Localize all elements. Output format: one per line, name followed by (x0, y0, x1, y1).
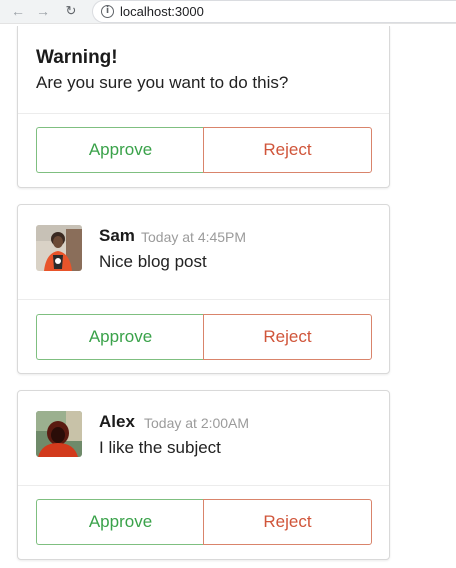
approve-button[interactable]: Approve (36, 499, 204, 545)
reject-button[interactable]: Reject (203, 499, 372, 545)
info-icon[interactable]: i (101, 5, 114, 18)
card-divider (18, 113, 389, 114)
address-bar[interactable]: i localhost:3000 (92, 0, 456, 23)
reject-button[interactable]: Reject (203, 314, 372, 360)
approve-button[interactable]: Approve (36, 127, 204, 173)
avatar-image (36, 225, 82, 271)
url-text[interactable]: localhost:3000 (120, 4, 204, 20)
warning-message: Are you sure you want to do this? (36, 73, 289, 92)
comment-text: Nice blog post (99, 252, 207, 271)
comment-timestamp: Today at 4:45PM (141, 229, 247, 245)
comment-actions: Approve Reject (36, 499, 372, 545)
reload-icon[interactable]: ↻ (64, 3, 78, 19)
avatar-image (36, 411, 82, 457)
warning-actions: Approve Reject (36, 127, 372, 173)
comment-author[interactable]: Sam (99, 226, 135, 246)
avatar (36, 225, 82, 271)
forward-arrow-icon[interactable]: → (36, 3, 50, 19)
warning-card: Warning! Are you sure you want to do thi… (17, 26, 390, 188)
browser-toolbar: ← → ↻ i localhost:3000 (0, 0, 456, 24)
warning-title: Warning! (36, 47, 118, 68)
reject-button[interactable]: Reject (203, 127, 372, 173)
comment-actions: Approve Reject (36, 314, 372, 360)
comment-card: Alex Today at 2:00AM I like the subject … (17, 390, 390, 560)
back-arrow-icon[interactable]: ← (11, 3, 25, 19)
comment-timestamp: Today at 2:00AM (144, 415, 250, 431)
avatar (36, 411, 82, 457)
approve-button[interactable]: Approve (36, 314, 204, 360)
comment-text: I like the subject (99, 438, 221, 457)
comment-author[interactable]: Alex (99, 412, 135, 432)
comment-card: Sam Today at 4:45PM Nice blog post Appro… (17, 204, 390, 374)
card-divider (18, 485, 389, 486)
card-divider (18, 299, 389, 300)
